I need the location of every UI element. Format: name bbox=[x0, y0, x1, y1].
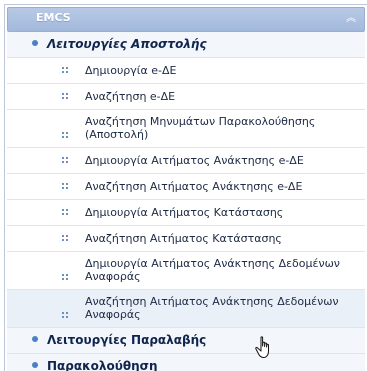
hand-pointer-icon bbox=[255, 336, 269, 358]
grid-dots-icon bbox=[62, 274, 68, 280]
menu-group-monitor[interactable]: Παρακολούθηση bbox=[7, 354, 365, 371]
grid-dots-icon bbox=[62, 312, 68, 318]
menu-item-label: Αναζήτηση Αιτήματος Ανάκτησης e-ΔΕ bbox=[85, 180, 303, 193]
menu-item-search-tracking-messages[interactable]: Αναζήτηση Μηνυμάτων Παρακολούθησης (Αποσ… bbox=[7, 110, 365, 148]
menu-item-label: Αναζήτηση Αιτήματος Ανάκτησης Δεδομένων … bbox=[85, 295, 339, 321]
menu-group-send[interactable]: Λειτουργίες Αποστολής bbox=[7, 32, 365, 58]
double-chevron-up-icon[interactable]: ︽ bbox=[344, 12, 358, 26]
bullet-icon bbox=[32, 40, 38, 46]
menu-item-create-reference-data-request[interactable]: Δημιουργία Αιτήματος Ανάκτησης Δεδομένων… bbox=[7, 252, 365, 290]
emcs-menu-panel: EMCS ︽ Λειτουργίες Αποστολής Δημιουργία … bbox=[4, 4, 367, 371]
bullet-icon bbox=[32, 336, 38, 342]
menu-item-label: Δημιουργία Αιτήματος Ανάκτησης e-ΔΕ bbox=[85, 154, 304, 167]
menu-item-create-status-request[interactable]: Δημιουργία Αιτήματος Κατάστασης bbox=[7, 200, 365, 226]
menu-group-receive[interactable]: Λειτουργίες Παραλαβής bbox=[7, 328, 365, 354]
menu-item-search-status-request[interactable]: Αναζήτηση Αιτήματος Κατάστασης bbox=[7, 226, 365, 252]
menu-item-create-recovery-request[interactable]: Δημιουργία Αιτήματος Ανάκτησης e-ΔΕ bbox=[7, 148, 365, 174]
menu-item-create-ead[interactable]: Δημιουργία e-ΔΕ bbox=[7, 58, 365, 84]
menu-item-label: Αναζήτηση Μηνυμάτων Παρακολούθησης (Αποσ… bbox=[85, 115, 316, 141]
grid-dots-icon bbox=[62, 235, 68, 241]
menu-item-label: Δημιουργία Αιτήματος Ανάκτησης Δεδομένων… bbox=[85, 257, 340, 283]
grid-dots-icon bbox=[62, 209, 68, 215]
menu-group-label: Λειτουργίες Αποστολής bbox=[47, 37, 207, 51]
menu-item-label: Αναζήτηση Αιτήματος Κατάστασης bbox=[85, 232, 282, 245]
panel-header[interactable]: EMCS ︽ bbox=[7, 7, 365, 32]
grid-dots-icon bbox=[62, 183, 68, 189]
menu-group-label: Παρακολούθηση bbox=[47, 359, 158, 371]
grid-dots-icon bbox=[62, 132, 68, 138]
menu-item-label: Αναζήτηση e-ΔΕ bbox=[85, 90, 176, 103]
menu-group-label: Λειτουργίες Παραλαβής bbox=[47, 333, 207, 347]
bullet-icon bbox=[32, 362, 38, 368]
menu-list: Λειτουργίες Αποστολής Δημιουργία e-ΔΕ Αν… bbox=[7, 32, 365, 371]
grid-dots-icon bbox=[62, 67, 68, 73]
grid-dots-icon bbox=[62, 157, 68, 163]
menu-item-search-ead[interactable]: Αναζήτηση e-ΔΕ bbox=[7, 84, 365, 110]
menu-item-label: Δημιουργία e-ΔΕ bbox=[85, 64, 177, 77]
menu-item-search-reference-data-request[interactable]: Αναζήτηση Αιτήματος Ανάκτησης Δεδομένων … bbox=[7, 290, 365, 328]
menu-item-search-recovery-request[interactable]: Αναζήτηση Αιτήματος Ανάκτησης e-ΔΕ bbox=[7, 174, 365, 200]
grid-dots-icon bbox=[62, 93, 68, 99]
panel-title: EMCS bbox=[36, 11, 71, 24]
menu-item-label: Δημιουργία Αιτήματος Κατάστασης bbox=[85, 206, 284, 219]
